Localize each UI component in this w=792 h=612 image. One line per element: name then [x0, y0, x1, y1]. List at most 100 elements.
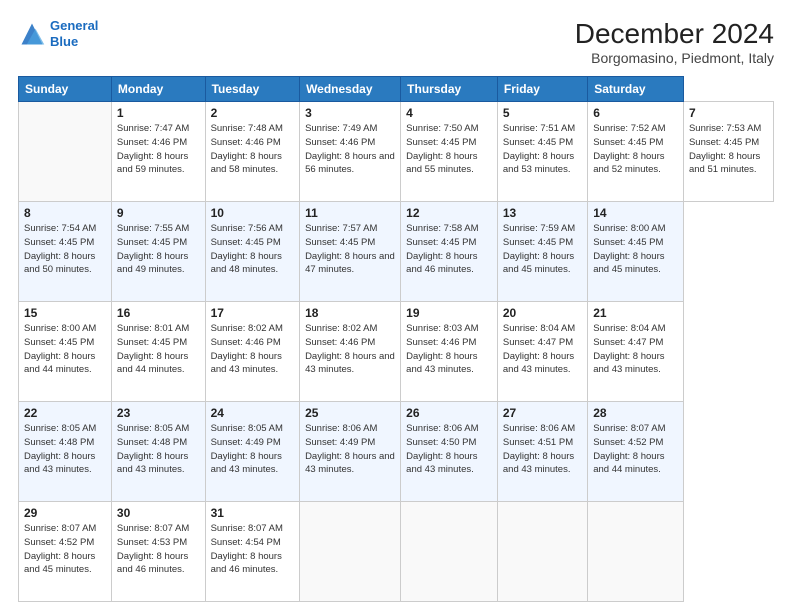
calendar-cell: 25 Sunrise: 8:06 AM Sunset: 4:49 PM Dayl… — [300, 402, 401, 502]
day-info: Sunrise: 8:02 AM Sunset: 4:46 PM Dayligh… — [305, 322, 395, 377]
sunrise: Sunrise: 8:07 AM — [593, 423, 665, 434]
sunset: Sunset: 4:45 PM — [503, 237, 573, 248]
sunset: Sunset: 4:45 PM — [117, 337, 187, 348]
day-number: 22 — [24, 406, 106, 420]
sunrise: Sunrise: 7:57 AM — [305, 223, 377, 234]
calendar-table: Sunday Monday Tuesday Wednesday Thursday… — [18, 76, 774, 602]
day-number: 20 — [503, 306, 582, 320]
day-number: 29 — [24, 506, 106, 520]
header: General Blue December 2024 Borgomasino, … — [18, 18, 774, 66]
sunrise: Sunrise: 7:59 AM — [503, 223, 575, 234]
day-info: Sunrise: 8:03 AM Sunset: 4:46 PM Dayligh… — [406, 322, 492, 377]
sunrise: Sunrise: 7:53 AM — [689, 123, 761, 134]
calendar-cell: 29 Sunrise: 8:07 AM Sunset: 4:52 PM Dayl… — [19, 502, 112, 602]
day-info: Sunrise: 8:07 AM Sunset: 4:52 PM Dayligh… — [593, 422, 678, 477]
sunset: Sunset: 4:50 PM — [406, 437, 476, 448]
day-info: Sunrise: 8:04 AM Sunset: 4:47 PM Dayligh… — [593, 322, 678, 377]
calendar-cell: 1 Sunrise: 7:47 AM Sunset: 4:46 PM Dayli… — [111, 102, 205, 202]
daylight: Daylight: 8 hours and 47 minutes. — [305, 251, 395, 276]
day-number: 3 — [305, 106, 395, 120]
sunset: Sunset: 4:46 PM — [211, 137, 281, 148]
sunrise: Sunrise: 8:07 AM — [211, 523, 283, 534]
calendar-cell: 20 Sunrise: 8:04 AM Sunset: 4:47 PM Dayl… — [497, 302, 587, 402]
daylight: Daylight: 8 hours and 43 minutes. — [117, 451, 188, 476]
day-info: Sunrise: 8:01 AM Sunset: 4:45 PM Dayligh… — [117, 322, 200, 377]
day-info: Sunrise: 7:55 AM Sunset: 4:45 PM Dayligh… — [117, 222, 200, 277]
calendar-cell: 10 Sunrise: 7:56 AM Sunset: 4:45 PM Dayl… — [205, 202, 300, 302]
sunset: Sunset: 4:52 PM — [593, 437, 663, 448]
sunset: Sunset: 4:46 PM — [305, 137, 375, 148]
sunset: Sunset: 4:45 PM — [406, 237, 476, 248]
daylight: Daylight: 8 hours and 56 minutes. — [305, 151, 395, 176]
sunset: Sunset: 4:53 PM — [117, 537, 187, 548]
day-number: 8 — [24, 206, 106, 220]
sunset: Sunset: 4:48 PM — [24, 437, 94, 448]
sunrise: Sunrise: 7:51 AM — [503, 123, 575, 134]
sunrise: Sunrise: 7:47 AM — [117, 123, 189, 134]
daylight: Daylight: 8 hours and 43 minutes. — [211, 451, 282, 476]
day-info: Sunrise: 7:49 AM Sunset: 4:46 PM Dayligh… — [305, 122, 395, 177]
calendar-cell: 24 Sunrise: 8:05 AM Sunset: 4:49 PM Dayl… — [205, 402, 300, 502]
day-info: Sunrise: 8:07 AM Sunset: 4:52 PM Dayligh… — [24, 522, 106, 577]
week-row-1: 1 Sunrise: 7:47 AM Sunset: 4:46 PM Dayli… — [19, 102, 774, 202]
sunrise: Sunrise: 7:48 AM — [211, 123, 283, 134]
calendar-cell: 13 Sunrise: 7:59 AM Sunset: 4:45 PM Dayl… — [497, 202, 587, 302]
calendar-cell — [300, 502, 401, 602]
logo-text: General Blue — [50, 18, 98, 49]
day-number: 27 — [503, 406, 582, 420]
day-info: Sunrise: 7:48 AM Sunset: 4:46 PM Dayligh… — [211, 122, 295, 177]
col-friday: Friday — [497, 77, 587, 102]
sunrise: Sunrise: 8:02 AM — [211, 323, 283, 334]
daylight: Daylight: 8 hours and 53 minutes. — [503, 151, 574, 176]
day-number: 11 — [305, 206, 395, 220]
day-number: 31 — [211, 506, 295, 520]
day-info: Sunrise: 8:07 AM Sunset: 4:53 PM Dayligh… — [117, 522, 200, 577]
day-number: 14 — [593, 206, 678, 220]
day-number: 7 — [689, 106, 768, 120]
day-number: 26 — [406, 406, 492, 420]
day-info: Sunrise: 8:06 AM Sunset: 4:50 PM Dayligh… — [406, 422, 492, 477]
sunrise: Sunrise: 8:04 AM — [593, 323, 665, 334]
sunset: Sunset: 4:45 PM — [503, 137, 573, 148]
week-row-3: 15 Sunrise: 8:00 AM Sunset: 4:45 PM Dayl… — [19, 302, 774, 402]
calendar-cell: 21 Sunrise: 8:04 AM Sunset: 4:47 PM Dayl… — [588, 302, 684, 402]
sunrise: Sunrise: 8:07 AM — [24, 523, 96, 534]
week-row-4: 22 Sunrise: 8:05 AM Sunset: 4:48 PM Dayl… — [19, 402, 774, 502]
sunset: Sunset: 4:46 PM — [406, 337, 476, 348]
calendar-cell: 30 Sunrise: 8:07 AM Sunset: 4:53 PM Dayl… — [111, 502, 205, 602]
title-block: December 2024 Borgomasino, Piedmont, Ita… — [575, 18, 774, 66]
sunset: Sunset: 4:45 PM — [117, 237, 187, 248]
calendar-cell: 18 Sunrise: 8:02 AM Sunset: 4:46 PM Dayl… — [300, 302, 401, 402]
daylight: Daylight: 8 hours and 44 minutes. — [24, 351, 95, 376]
daylight: Daylight: 8 hours and 45 minutes. — [593, 251, 664, 276]
calendar-cell: 6 Sunrise: 7:52 AM Sunset: 4:45 PM Dayli… — [588, 102, 684, 202]
sunrise: Sunrise: 8:05 AM — [117, 423, 189, 434]
day-number: 25 — [305, 406, 395, 420]
day-info: Sunrise: 8:06 AM Sunset: 4:51 PM Dayligh… — [503, 422, 582, 477]
day-info: Sunrise: 7:47 AM Sunset: 4:46 PM Dayligh… — [117, 122, 200, 177]
day-number: 24 — [211, 406, 295, 420]
sunrise: Sunrise: 7:58 AM — [406, 223, 478, 234]
calendar-header-row: Sunday Monday Tuesday Wednesday Thursday… — [19, 77, 774, 102]
daylight: Daylight: 8 hours and 45 minutes. — [24, 551, 95, 576]
sunrise: Sunrise: 8:06 AM — [503, 423, 575, 434]
col-saturday: Saturday — [588, 77, 684, 102]
daylight: Daylight: 8 hours and 58 minutes. — [211, 151, 282, 176]
day-number: 4 — [406, 106, 492, 120]
day-number: 1 — [117, 106, 200, 120]
sunrise: Sunrise: 8:03 AM — [406, 323, 478, 334]
daylight: Daylight: 8 hours and 46 minutes. — [211, 551, 282, 576]
sunrise: Sunrise: 7:54 AM — [24, 223, 96, 234]
daylight: Daylight: 8 hours and 50 minutes. — [24, 251, 95, 276]
sunset: Sunset: 4:51 PM — [503, 437, 573, 448]
day-info: Sunrise: 8:07 AM Sunset: 4:54 PM Dayligh… — [211, 522, 295, 577]
logo: General Blue — [18, 18, 98, 49]
sunset: Sunset: 4:48 PM — [117, 437, 187, 448]
sunset: Sunset: 4:49 PM — [305, 437, 375, 448]
daylight: Daylight: 8 hours and 51 minutes. — [689, 151, 760, 176]
calendar-cell: 16 Sunrise: 8:01 AM Sunset: 4:45 PM Dayl… — [111, 302, 205, 402]
daylight: Daylight: 8 hours and 52 minutes. — [593, 151, 664, 176]
daylight: Daylight: 8 hours and 43 minutes. — [305, 351, 395, 376]
daylight: Daylight: 8 hours and 43 minutes. — [503, 351, 574, 376]
daylight: Daylight: 8 hours and 43 minutes. — [406, 451, 477, 476]
